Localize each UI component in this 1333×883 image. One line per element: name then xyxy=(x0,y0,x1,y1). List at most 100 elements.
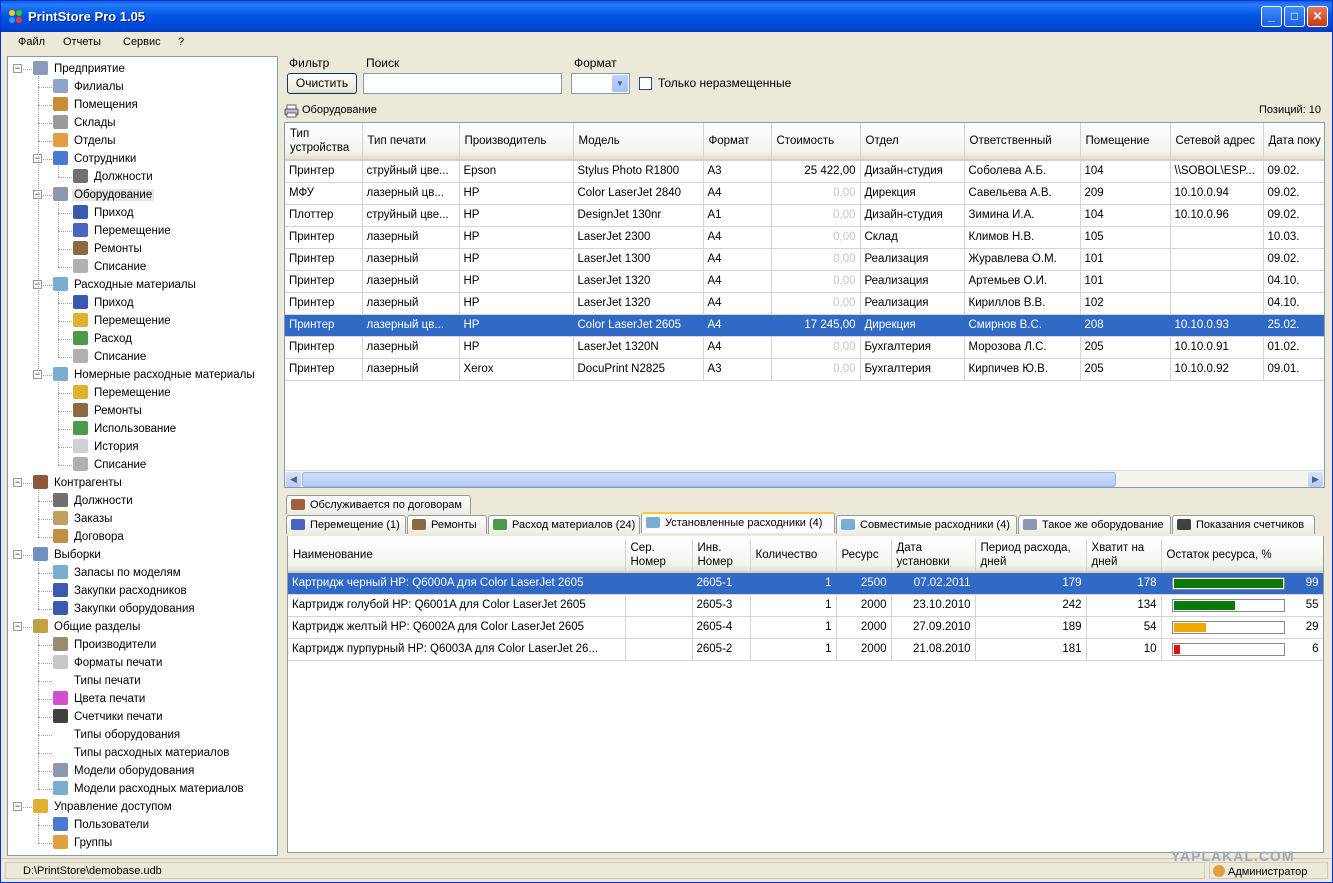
table-row[interactable]: Принтер лазерный HP LaserJet 2300 A4 0,00 Скла… xyxy=(285,226,1324,249)
collapse-toggle-icon[interactable]: − xyxy=(13,550,22,559)
tree-item[interactable]: Пользователи xyxy=(53,816,151,834)
equipment-column-header[interactable]: Тип печати xyxy=(362,123,460,161)
tree-item[interactable]: Помещения xyxy=(53,96,140,114)
unplaced-only-checkbox[interactable] xyxy=(639,77,652,90)
collapse-toggle-icon[interactable]: − xyxy=(13,64,22,73)
equipment-column-header[interactable]: Ответственный xyxy=(964,123,1081,161)
equipment-column-header[interactable]: Производитель xyxy=(459,123,574,161)
table-row[interactable]: Принтер лазерный HP LaserJet 1300 A4 0,00 Реал… xyxy=(285,248,1324,271)
tree-item[interactable]: Должности xyxy=(53,492,135,510)
clear-filter-button[interactable]: Очистить xyxy=(287,73,357,94)
tree-item[interactable]: Перемещение xyxy=(73,384,173,402)
table-row[interactable]: Принтер лазерный HP LaserJet 1320N A4 0,00 Бух… xyxy=(285,336,1324,359)
tree-item[interactable]: Перемещение xyxy=(73,312,173,330)
tab-5[interactable]: Совместимые расходники (4) xyxy=(836,515,1017,534)
consumables-column-header[interactable]: Наименование xyxy=(288,539,626,573)
navigation-tree[interactable]: Предприятие − Филиалы Помещения Склады Отделы… xyxy=(7,56,278,856)
tree-item[interactable]: Общие разделы xyxy=(33,618,142,636)
menu-service[interactable]: Сервис xyxy=(123,36,161,48)
tree-item[interactable]: Списание xyxy=(73,456,148,474)
title-bar[interactable]: PrintStore Pro 1.05 _ □ ✕ xyxy=(1,1,1332,32)
tree-item[interactable]: Типы печати xyxy=(53,672,143,690)
tree-item[interactable]: Списание xyxy=(73,348,148,366)
tree-item[interactable]: Форматы печати xyxy=(53,654,164,672)
search-input[interactable] xyxy=(363,73,562,94)
equipment-column-header[interactable]: Отдел xyxy=(860,123,965,161)
equipment-column-header[interactable]: Помещение xyxy=(1080,123,1171,161)
table-row[interactable]: Плоттер струйный цве... HP DesignJet 130nr A… xyxy=(285,204,1324,227)
tree-item[interactable]: Ремонты xyxy=(73,240,144,258)
table-row[interactable]: Картридж голубой HP: Q6001A для Color La… xyxy=(288,594,1323,617)
tree-item[interactable]: Номерные расходные материалы xyxy=(53,366,257,384)
tree-item[interactable]: Филиалы xyxy=(53,78,126,96)
tree-item[interactable]: Счетчики печати xyxy=(53,708,165,726)
tree-item[interactable]: Цвета печати xyxy=(53,690,147,708)
tree-item[interactable]: Приход xyxy=(73,294,136,312)
table-row[interactable]: Картридж желтый HP: Q6002A для Color Las… xyxy=(288,616,1323,639)
tree-item[interactable]: Заказы xyxy=(53,510,114,528)
scrollbar-thumb[interactable] xyxy=(302,472,1116,487)
equipment-column-header[interactable]: Сетевой адрес xyxy=(1170,123,1264,161)
tree-item[interactable]: Модели оборудования xyxy=(53,762,196,780)
tree-item[interactable]: Сотрудники xyxy=(53,150,138,168)
tree-item[interactable]: Закупки расходников xyxy=(53,582,189,600)
tree-item[interactable]: Управление доступом xyxy=(33,798,174,816)
format-select[interactable]: ▼ xyxy=(571,73,630,94)
tree-item[interactable]: Модели расходных материалов xyxy=(53,780,246,798)
equipment-column-header[interactable]: Дата поку xyxy=(1263,123,1324,161)
tree-item[interactable]: Запасы по моделям xyxy=(53,564,183,582)
tree-item[interactable]: Типы расходных материалов xyxy=(53,744,231,762)
tree-item[interactable]: Использование xyxy=(73,420,178,438)
consumables-grid[interactable]: Наименование Сер. Номер Инв. Номер Количест… xyxy=(287,536,1324,853)
table-row[interactable]: Картридж пурпурный HP: Q6003A для Color … xyxy=(288,638,1323,661)
tab-4[interactable]: Установленные расходники (4) xyxy=(641,512,835,533)
tree-item[interactable]: История xyxy=(73,438,141,456)
table-row[interactable]: Принтер струйный цве... Epson Stylus Photo … xyxy=(285,160,1324,183)
equipment-column-header[interactable]: Стоимость xyxy=(771,123,861,161)
equipment-grid[interactable]: Тип устройства Тип печати Производитель Мод… xyxy=(284,122,1325,488)
menu-file[interactable]: Файл xyxy=(18,36,45,48)
chevron-down-icon[interactable]: ▼ xyxy=(612,75,628,92)
tree-item[interactable]: Списание xyxy=(73,258,148,276)
tab-2[interactable]: Ремонты xyxy=(407,515,487,534)
scroll-right-icon[interactable]: ▶ xyxy=(1308,472,1323,487)
equipment-column-header[interactable]: Модель xyxy=(573,123,704,161)
tree-item[interactable]: Выборки xyxy=(33,546,103,564)
consumables-column-header[interactable]: Остаток ресурса, % xyxy=(1161,539,1323,573)
tree-item[interactable]: Расход xyxy=(73,330,134,348)
tree-item[interactable]: Группы xyxy=(53,834,114,852)
tree-item[interactable]: Типы оборудования xyxy=(53,726,182,744)
tree-item[interactable]: Расходные материалы xyxy=(53,276,198,294)
menu-help[interactable]: ? xyxy=(178,36,184,48)
consumables-column-header[interactable]: Инв. Номер xyxy=(692,539,751,573)
tree-item[interactable]: Склады xyxy=(53,114,118,132)
scroll-left-icon[interactable]: ◀ xyxy=(286,472,301,487)
horizontal-scrollbar[interactable]: ◀ ▶ xyxy=(285,470,1324,487)
tree-item[interactable]: Должности xyxy=(73,168,155,186)
tree-item[interactable]: Договора xyxy=(53,528,126,546)
table-row[interactable]: Принтер лазерный HP LaserJet 1320 A4 0,00 Реал… xyxy=(285,292,1324,315)
table-row[interactable]: Картридж черный HP: Q6000A для Color Las… xyxy=(288,572,1323,595)
tab-3[interactable]: Расход материалов (24) xyxy=(488,515,640,534)
consumables-column-header[interactable]: Период расхода, дней xyxy=(975,539,1087,573)
table-row[interactable]: Принтер лазерный Xerox DocuPrint N2825 A3 0,0… xyxy=(285,358,1324,381)
close-button[interactable]: ✕ xyxy=(1307,6,1328,27)
tree-item[interactable]: Закупки оборудования xyxy=(53,600,197,618)
tab-7[interactable]: Показания счетчиков xyxy=(1172,515,1315,534)
table-row[interactable]: Принтер лазерный цв... HP Color LaserJet 26… xyxy=(285,314,1324,337)
tree-item[interactable]: Контрагенты xyxy=(33,474,124,492)
collapse-toggle-icon[interactable]: − xyxy=(13,622,22,631)
consumables-column-header[interactable]: Ресурс xyxy=(836,539,892,573)
tree-item[interactable]: Приход xyxy=(73,204,136,222)
equipment-column-header[interactable]: Тип устройства xyxy=(285,123,363,161)
menu-reports[interactable]: Отчеты xyxy=(63,36,101,48)
tree-item[interactable]: Перемещение xyxy=(73,222,173,240)
maximize-button[interactable]: □ xyxy=(1284,6,1305,27)
tree-item[interactable]: Производители xyxy=(53,636,158,654)
consumables-column-header[interactable]: Хватит на дней xyxy=(1086,539,1162,573)
table-row[interactable]: МФУ лазерный цв... HP Color LaserJet 2840 A4… xyxy=(285,182,1324,205)
tree-item[interactable]: Оборудование xyxy=(53,186,155,204)
consumables-column-header[interactable]: Дата установки xyxy=(891,539,976,573)
collapse-toggle-icon[interactable]: − xyxy=(13,478,22,487)
table-row[interactable]: Принтер лазерный HP LaserJet 1320 A4 0,00 Реал… xyxy=(285,270,1324,293)
